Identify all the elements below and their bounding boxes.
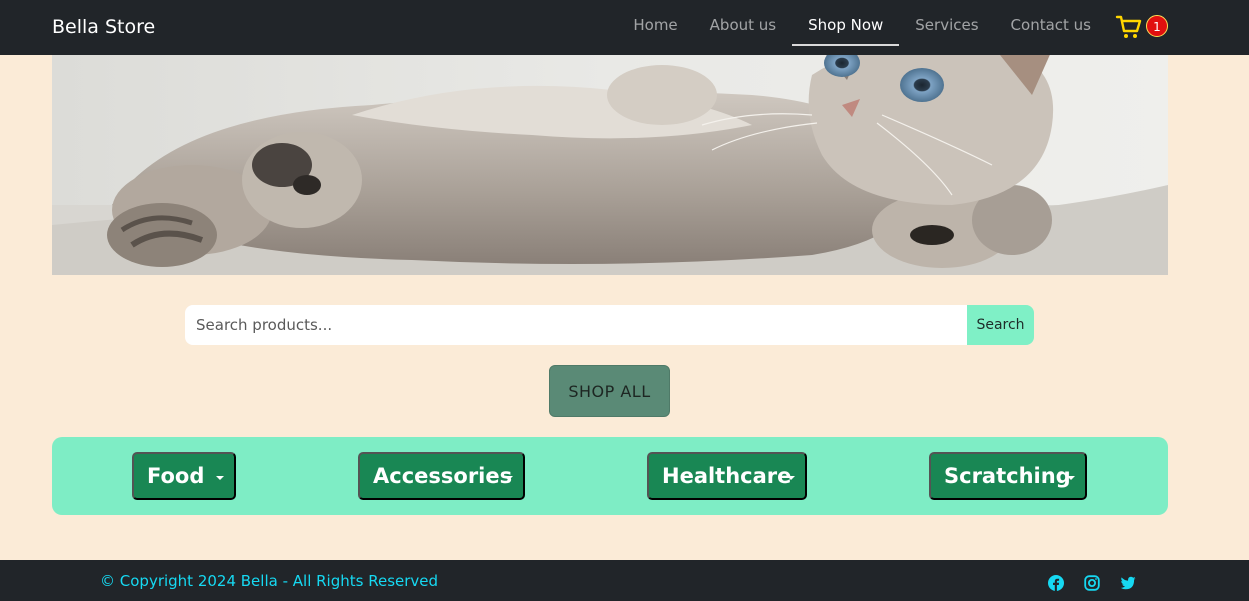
instagram-icon[interactable] xyxy=(1084,575,1100,591)
navbar: Bella Store Home About us Shop Now Servi… xyxy=(0,0,1249,55)
hero-kitten-image xyxy=(52,55,1168,275)
category-dropdown-food[interactable]: Food xyxy=(132,452,236,500)
category-label: Healthcare xyxy=(662,464,792,488)
category-label: Food xyxy=(147,464,205,488)
cart-icon xyxy=(1115,15,1142,38)
search-input[interactable] xyxy=(185,305,967,345)
category-dropdown-scratching[interactable]: Scratching xyxy=(929,452,1087,500)
cart-count-badge: 1 xyxy=(1146,15,1168,37)
caret-down-icon xyxy=(1067,476,1075,480)
facebook-icon[interactable] xyxy=(1048,575,1064,591)
category-dropdown-healthcare[interactable]: Healthcare xyxy=(647,452,807,500)
search-form: Search xyxy=(185,305,1034,345)
category-label: Scratching xyxy=(944,464,1071,488)
cart-button[interactable]: 1 xyxy=(1115,13,1171,41)
category-dropdown-accessories[interactable]: Accessories xyxy=(358,452,525,500)
caret-down-icon xyxy=(787,476,795,480)
shop-all-button[interactable]: SHOP ALL xyxy=(549,365,670,417)
hero-illustration xyxy=(52,55,1168,275)
category-bar: Food Accessories Healthcare Scratching xyxy=(52,437,1168,515)
nav-link-home[interactable]: Home xyxy=(617,0,693,46)
footer: © Copyright 2024 Bella - All Rights Rese… xyxy=(0,560,1249,601)
nav-link-services[interactable]: Services xyxy=(899,0,994,46)
nav-link-shop-now[interactable]: Shop Now xyxy=(792,0,900,46)
twitter-icon[interactable] xyxy=(1120,575,1136,591)
caret-down-icon xyxy=(505,476,513,480)
category-label: Accessories xyxy=(373,464,513,488)
copyright-text: © Copyright 2024 Bella - All Rights Rese… xyxy=(100,572,439,590)
nav-link-contact[interactable]: Contact us xyxy=(995,0,1107,46)
nav-link-about[interactable]: About us xyxy=(694,0,792,46)
nav-links: Home About us Shop Now Services Contact … xyxy=(617,0,1107,55)
caret-down-icon xyxy=(216,476,224,480)
search-button[interactable]: Search xyxy=(967,305,1034,345)
brand-logo[interactable]: Bella Store xyxy=(52,14,155,40)
